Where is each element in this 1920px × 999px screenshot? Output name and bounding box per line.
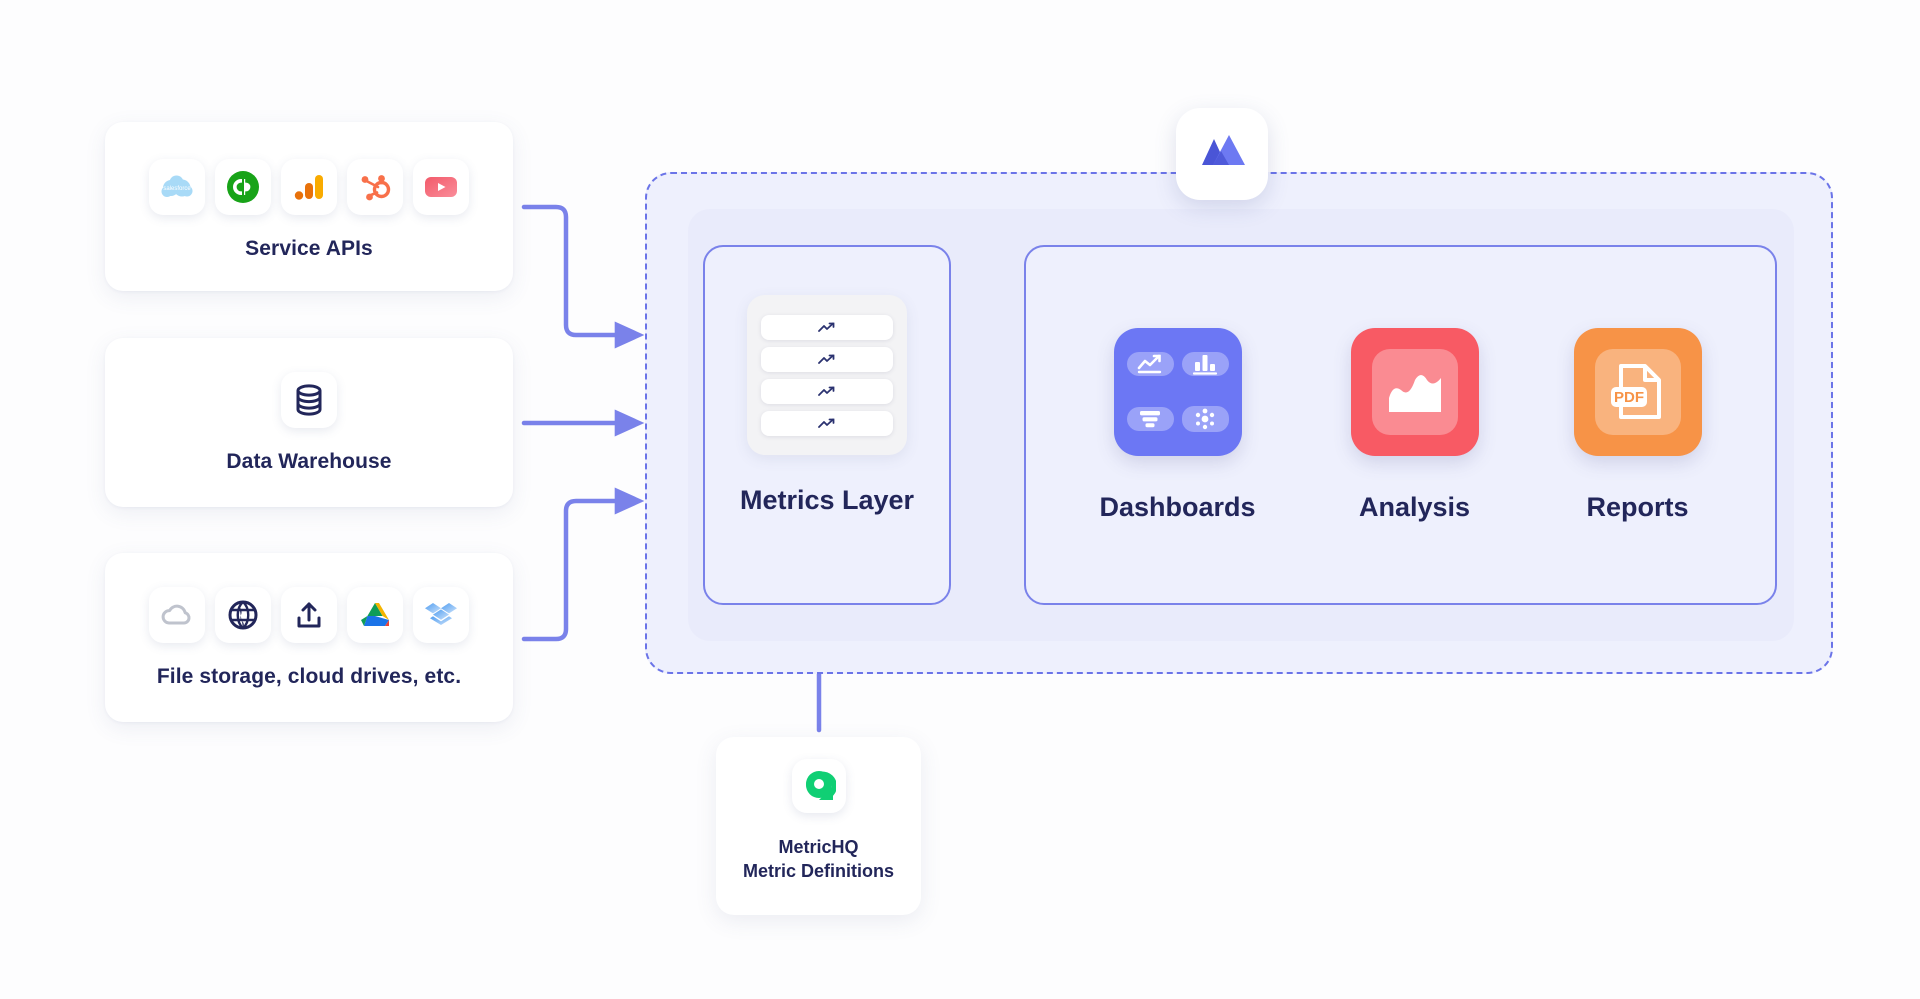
reports-icon: PDF bbox=[1573, 327, 1702, 456]
metrichq-logo bbox=[791, 759, 846, 813]
upload-icon[interactable] bbox=[281, 586, 337, 643]
output-label: Reports bbox=[1586, 491, 1689, 522]
dashboards-icon bbox=[1113, 327, 1242, 456]
metrics-list-visual bbox=[747, 295, 907, 455]
output-dashboards[interactable]: Dashboards bbox=[1099, 327, 1256, 523]
outputs-group: Dashboards Analysis PDF Reports bbox=[1024, 245, 1777, 605]
output-label: Analysis bbox=[1358, 491, 1471, 522]
quickbooks-icon[interactable] bbox=[215, 158, 271, 215]
metric-row bbox=[761, 314, 893, 340]
bubble-chart-icon bbox=[1181, 405, 1229, 432]
area-chart-icon bbox=[1371, 348, 1458, 435]
database-icon[interactable] bbox=[281, 371, 337, 428]
hubspot-icon[interactable] bbox=[347, 158, 403, 215]
metrichq-label-line1: MetricHQ bbox=[778, 837, 859, 857]
source-card-service-apis[interactable]: salesforce Service APIs bbox=[105, 122, 513, 291]
pdf-file-icon: PDF bbox=[1594, 348, 1681, 435]
source-card-label: Service APIs bbox=[245, 236, 373, 260]
metrichq-label: MetricHQ Metric Definitions bbox=[743, 835, 894, 884]
salesforce-icon[interactable]: salesforce bbox=[149, 158, 205, 215]
metric-row bbox=[761, 410, 893, 436]
bar-chart-icon bbox=[1181, 351, 1229, 376]
output-label: Dashboards bbox=[1099, 491, 1256, 522]
svg-text:salesforce: salesforce bbox=[163, 186, 191, 192]
metrichq-label-line2: Metric Definitions bbox=[742, 861, 894, 882]
google-analytics-icon[interactable] bbox=[281, 158, 337, 215]
cloud-icon[interactable] bbox=[149, 586, 205, 643]
diagram-canvas: salesforce Service APIs Data Warehouse F… bbox=[0, 0, 1920, 999]
service-apis-icon-row: salesforce bbox=[149, 158, 469, 215]
analysis-icon bbox=[1350, 327, 1479, 456]
metrichq-card[interactable]: MetricHQ Metric Definitions bbox=[716, 737, 921, 915]
metrics-layer-node[interactable]: Metrics Layer bbox=[703, 245, 951, 605]
metric-row bbox=[761, 346, 893, 372]
output-analysis[interactable]: Analysis bbox=[1350, 327, 1479, 523]
metrics-layer-label: Metrics Layer bbox=[739, 485, 915, 515]
metric-row bbox=[761, 378, 893, 404]
file-storage-icon-row bbox=[149, 586, 469, 643]
source-card-file-storage[interactable]: File storage, cloud drives, etc. bbox=[105, 553, 513, 722]
youtube-icon[interactable] bbox=[413, 158, 469, 215]
data-warehouse-icon-row bbox=[281, 371, 337, 428]
google-drive-icon[interactable] bbox=[347, 586, 403, 643]
source-card-data-warehouse[interactable]: Data Warehouse bbox=[105, 338, 513, 507]
line-chart-icon bbox=[1126, 351, 1174, 376]
output-reports[interactable]: PDF Reports bbox=[1573, 327, 1702, 523]
pdf-label: PDF bbox=[1614, 389, 1644, 406]
dropbox-icon[interactable] bbox=[413, 586, 469, 643]
source-card-label: File storage, cloud drives, etc. bbox=[156, 664, 462, 688]
mountains-logo bbox=[1176, 108, 1268, 200]
globe-icon[interactable] bbox=[215, 586, 271, 643]
source-card-label: Data Warehouse bbox=[226, 449, 392, 473]
funnel-icon bbox=[1126, 406, 1174, 431]
